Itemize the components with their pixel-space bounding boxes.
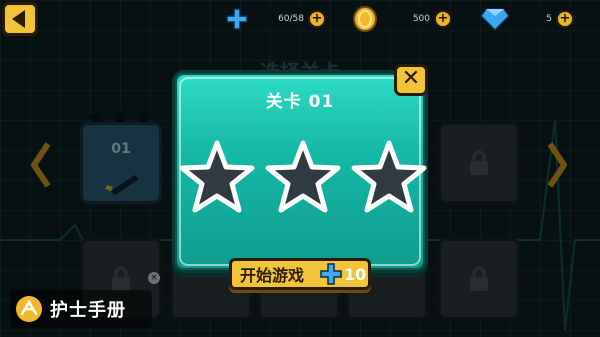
back-button[interactable] — [2, 2, 38, 36]
watermark-text: 护士手册 — [50, 300, 126, 321]
watermark: 护士手册 — [10, 290, 152, 328]
start-cost: 10 — [344, 265, 367, 284]
start-game-label: 开始游戏 — [240, 266, 305, 285]
medkit-cross-icon — [320, 263, 342, 285]
medkit-cross-icon — [226, 8, 248, 30]
close-button[interactable]: ✕ — [394, 64, 428, 96]
star-empty-icon — [179, 140, 255, 213]
start-game-button[interactable]: 开始游戏 10 — [229, 258, 371, 290]
star-empty-icon — [265, 140, 341, 213]
app-logo-icon — [16, 296, 42, 322]
gold-coin-icon — [353, 6, 377, 32]
add-coin-button[interactable]: + — [434, 10, 452, 28]
gem-counter[interactable]: 5 + — [480, 8, 576, 32]
add-medkit-button[interactable]: + — [308, 10, 326, 28]
gem-value: 5 — [546, 14, 552, 24]
star-empty-icon — [351, 140, 427, 213]
level-detail-modal: 关卡 01 — [172, 70, 428, 273]
medkit-counter[interactable]: 60/58 + — [226, 8, 328, 30]
medkit-value: 60/58 — [278, 14, 304, 24]
coin-counter[interactable]: 500 + — [353, 6, 454, 32]
coin-value: 500 — [412, 14, 430, 24]
add-gem-button[interactable]: + — [556, 10, 574, 28]
watermark-close-icon[interactable]: × — [148, 272, 160, 284]
back-arrow-icon — [12, 10, 25, 28]
modal-title: 关卡 01 — [265, 92, 335, 112]
blue-gem-icon — [480, 8, 510, 32]
close-x-icon: ✕ — [401, 66, 421, 91]
